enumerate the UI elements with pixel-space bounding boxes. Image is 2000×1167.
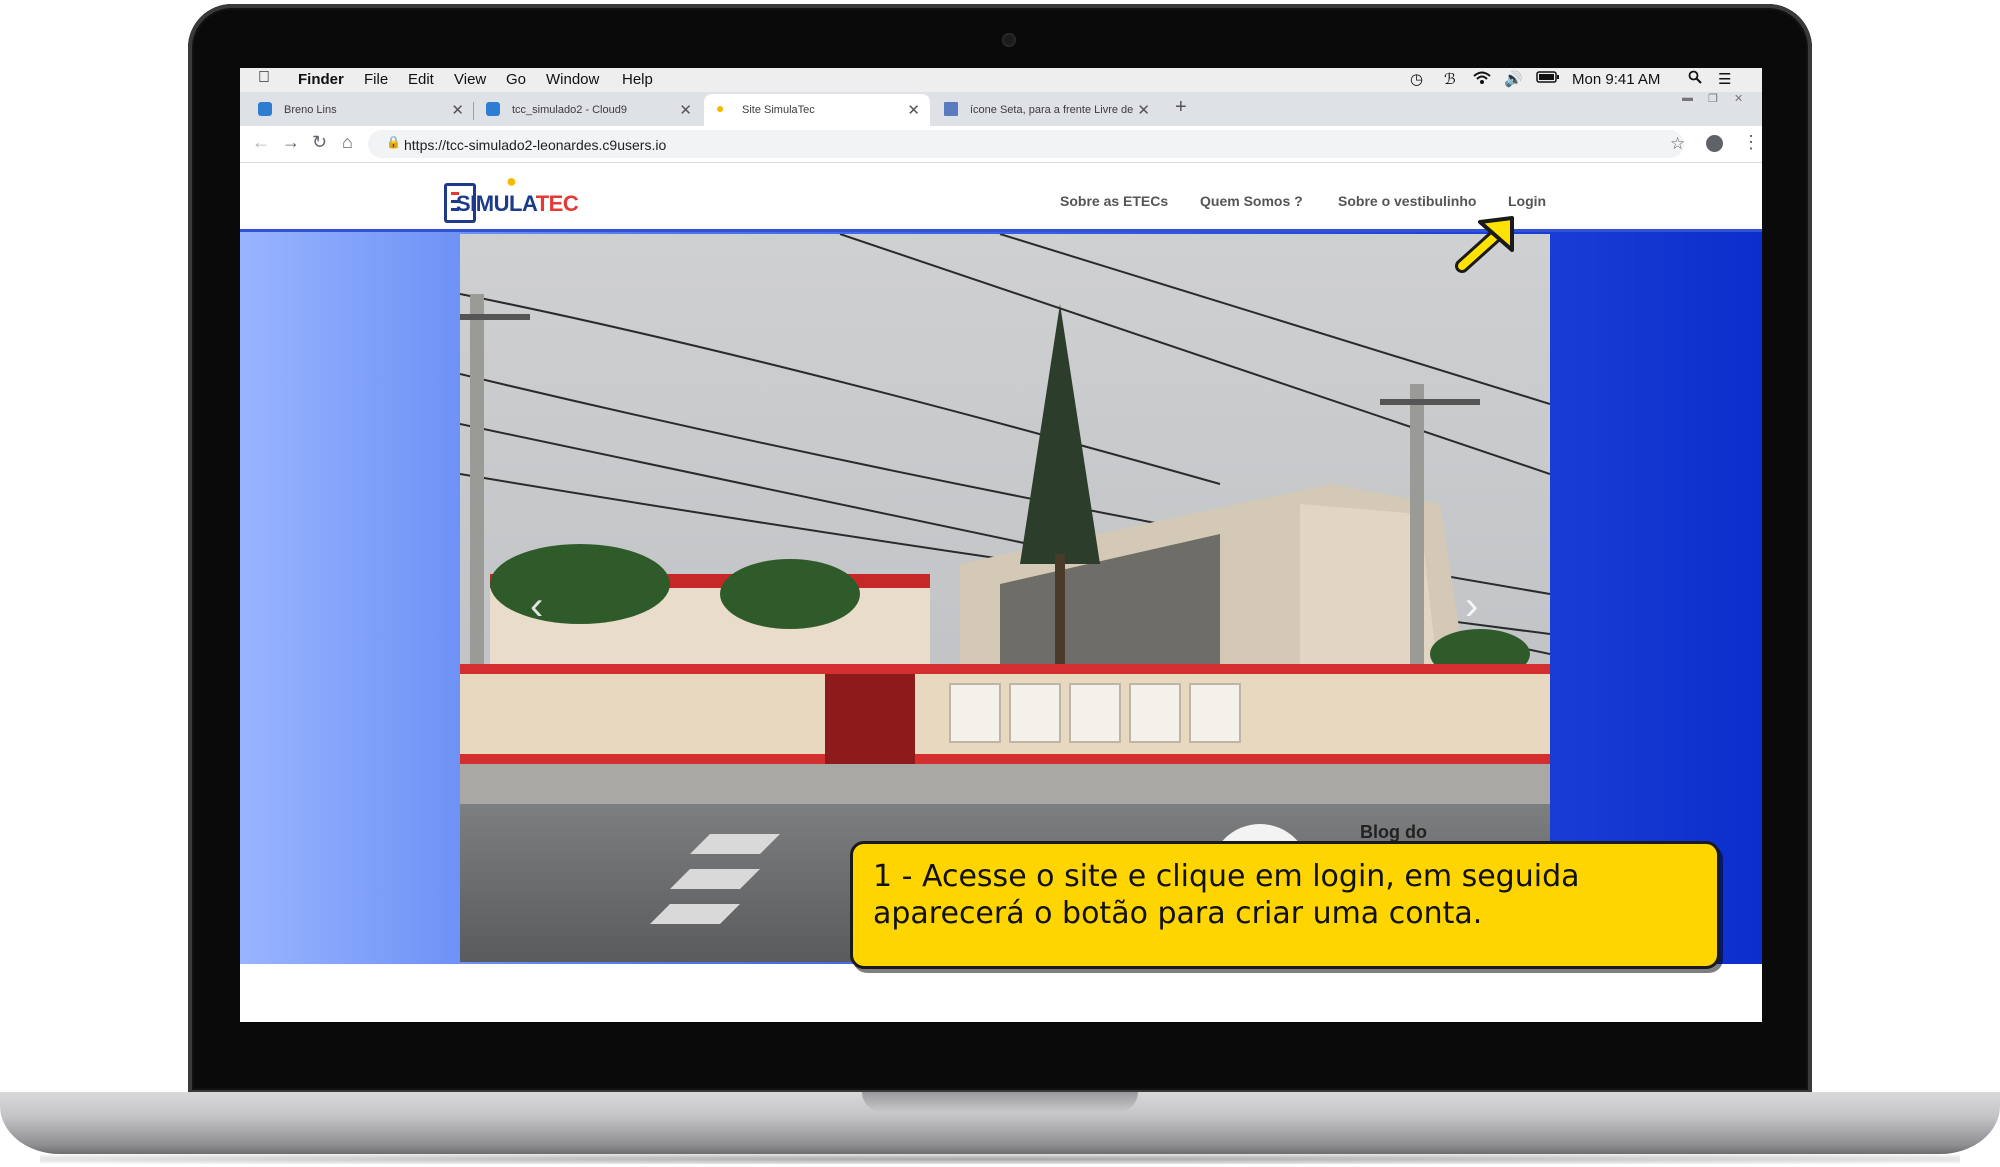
battery-icon[interactable] [1536,70,1560,88]
bluetooth-icon[interactable]: ℬ [1444,70,1456,88]
menu-edit[interactable]: Edit [408,71,434,88]
tab-label: Breno Lins [284,104,337,116]
nav-sobre-vestibulinho[interactable]: Sobre o vestibulinho [1338,193,1476,209]
close-icon[interactable]: ✕ [907,101,920,119]
url-text[interactable]: https://tcc-simulado2-leonardes.c9users.… [404,137,666,153]
time-machine-icon[interactable]: ◷ [1410,70,1423,88]
nav-quem-somos[interactable]: Quem Somos ? [1200,193,1303,209]
site-header: ● SIMULATEC Sobre as ETECs Quem Somos ? … [240,163,1762,232]
account-icon[interactable] [1706,135,1723,152]
close-icon[interactable]: ✕ [451,101,464,119]
laptop-base-notch [862,1092,1138,1112]
tab-site-simulatec[interactable]: ● Site SimulaTec ✕ [704,94,930,126]
tab-label: Site SimulaTec [742,104,815,116]
cloud9-icon [486,102,500,116]
menubar-clock[interactable]: Mon 9:41 AM [1572,71,1660,88]
logo-text: SIMULATEC [456,191,579,216]
spotlight-search-icon[interactable] [1688,70,1702,88]
cloud9-icon [258,102,272,116]
close-icon[interactable]: ✕ [1137,101,1150,119]
wifi-icon[interactable] [1472,70,1492,90]
nav-login[interactable]: Login [1508,193,1546,209]
menu-window[interactable]: Window [546,71,599,88]
home-icon[interactable]: ⌂ [342,132,353,153]
apple-icon[interactable]:  [258,69,270,87]
minimize-window-icon[interactable]: ▬ [1682,92,1693,104]
nav-sobre-etecs[interactable]: Sobre as ETECs [1060,193,1168,209]
menu-file[interactable]: File [364,71,388,88]
menu-app-name[interactable]: Finder [298,71,344,88]
simulatec-logo[interactable]: ● SIMULATEC [444,171,579,223]
tab-breno-lins[interactable]: Breno Lins ✕ [246,94,474,126]
site-content-area [240,964,1762,1022]
menu-go[interactable]: Go [506,71,526,88]
tab-icone-seta[interactable]: ícone Seta, para a frente Livre de M ✕ [932,94,1160,126]
reload-icon[interactable]: ↻ [312,132,327,153]
forward-icon[interactable]: → [282,132,300,153]
mac-menubar:  Finder File Edit View Go Window Help ◷… [240,68,1762,93]
carousel-next-icon[interactable]: › [1465,584,1478,629]
camera-icon [1002,33,1016,47]
photo-caption: Blog do [1360,822,1427,842]
menu-kebab-icon[interactable]: ⋮ [1742,132,1760,153]
browser-tab-strip: Breno Lins ✕ tcc_simulado2 - Cloud9 ✕ ● … [240,92,1762,126]
tutorial-callout: 1 - Acesse o site e clique em login, em … [850,841,1720,969]
notification-center-icon[interactable]: ☰ [1718,70,1731,88]
lightbulb-icon: ● [506,171,517,191]
volume-icon[interactable]: 🔊 [1504,70,1523,88]
back-icon[interactable]: ← [252,132,270,153]
tab-cloud9[interactable]: tcc_simulado2 - Cloud9 ✕ [474,94,702,126]
lock-icon[interactable]: 🔒 [386,135,401,149]
tab-label: tcc_simulado2 - Cloud9 [512,104,627,116]
page-icon [944,102,958,116]
callout-text: 1 - Acesse o site e clique em login, em … [873,859,1580,931]
restore-window-icon[interactable]: ❐ [1708,92,1718,105]
close-window-icon[interactable]: ✕ [1734,92,1743,105]
browser-toolbar: ← → ↻ ⌂ 🔒 https://tcc-simulado2-leonarde… [240,126,1762,163]
bookmark-star-icon[interactable]: ☆ [1670,134,1685,154]
menu-view[interactable]: View [454,71,486,88]
menu-help[interactable]: Help [622,71,653,88]
new-tab-icon[interactable]: + [1175,96,1187,119]
close-icon[interactable]: ✕ [679,101,692,119]
laptop-shadow [40,1154,1960,1164]
lightbulb-icon: ● [716,100,725,116]
annotation-arrow-icon [1455,216,1514,273]
carousel-prev-icon[interactable]: ‹ [530,584,543,629]
tab-label: ícone Seta, para a frente Livre de M [970,104,1136,116]
